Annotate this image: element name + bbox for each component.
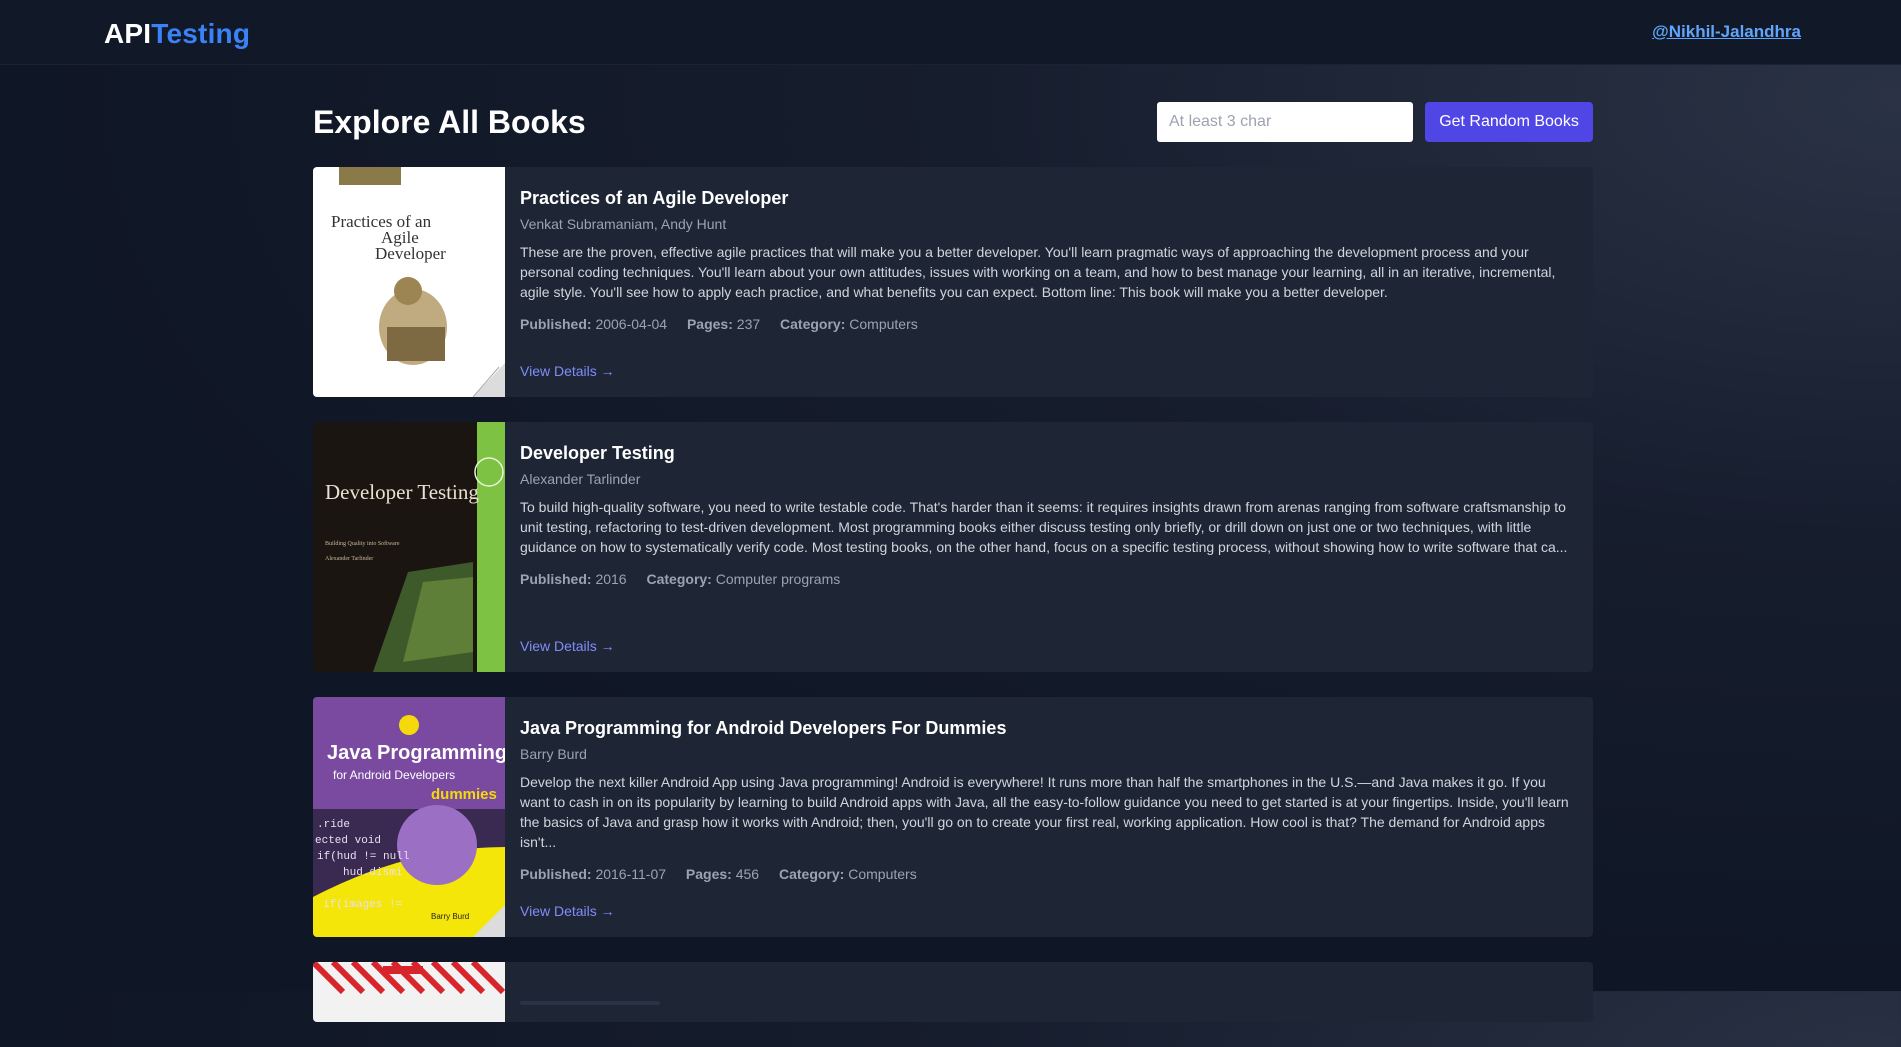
book-cover-image[interactable] — [313, 962, 505, 1022]
book-card — [313, 962, 1593, 1022]
category-label: Category: — [646, 571, 712, 587]
category-label: Category: — [778, 866, 845, 882]
book-cover-image[interactable]: Practices of an Agile Developer — [313, 167, 505, 397]
pages-label: Pages: — [686, 316, 733, 332]
svg-text:.ride: .ride — [317, 819, 350, 831]
book-details — [520, 981, 1579, 1005]
book-cover-image[interactable]: Developer Testing Building Quality into … — [313, 422, 505, 672]
book-meta: Published: 2006-04-04 Pages: 237 Categor… — [520, 315, 1579, 333]
book-card: Developer Testing Building Quality into … — [313, 422, 1593, 672]
cover-author: Alexander Tarlinder — [325, 556, 373, 562]
developer-testing-cover-art: Developer Testing Building Quality into … — [313, 422, 505, 672]
brand-api-text: API — [104, 18, 152, 49]
book-details: Java Programming for Android Developers … — [520, 716, 1579, 883]
cover-dummies: dummies — [431, 786, 497, 803]
book-list: Practices of an Agile Developer Practice… — [313, 167, 1593, 1047]
agile-developer-cover-art: Practices of an Agile Developer — [313, 167, 505, 397]
category-value: Computers — [848, 866, 917, 882]
book-details: Practices of an Agile Developer Venkat S… — [520, 186, 1579, 333]
view-details-link[interactable]: View Details → — [520, 363, 615, 379]
book-cover-image[interactable]: Java Programming for Android Developers … — [313, 697, 505, 937]
cover-title: Developer Testing — [325, 480, 479, 504]
pages-value: 456 — [735, 866, 760, 882]
pages-label: Pages: — [685, 866, 732, 882]
pages-value: 237 — [736, 316, 761, 332]
svg-text:if(hud != null: if(hud != null — [317, 851, 409, 863]
published-label: Published: — [520, 571, 592, 587]
book-description: Develop the next killer Android App usin… — [520, 774, 1569, 850]
view-details-link[interactable]: View Details → — [520, 638, 615, 654]
book-card: Practices of an Agile Developer Practice… — [313, 167, 1593, 397]
book-meta: Published: 2016 Category: Computer progr… — [520, 570, 1579, 588]
get-random-books-button[interactable]: Get Random Books — [1425, 102, 1593, 142]
book-author: Venkat Subramaniam, Andy Hunt — [520, 216, 727, 232]
page-header: Explore All Books Get Random Books — [313, 102, 1593, 144]
book-author: Alexander Tarlinder — [520, 471, 641, 487]
brand-logo[interactable]: APITesting — [104, 18, 250, 50]
category-value: Computers — [849, 316, 918, 332]
brand-testing-text: Testing — [151, 18, 251, 49]
svg-text:Developer: Developer — [375, 244, 446, 263]
book-meta: Published: 2016-11-07 Pages: 456 Categor… — [520, 865, 1579, 883]
svg-text:hud.dismi: hud.dismi — [343, 867, 403, 879]
book-description: These are the proven, effective agile pr… — [520, 244, 1556, 300]
svg-text:ected void: ected void — [315, 835, 381, 847]
book-author: Barry Burd — [520, 746, 587, 762]
page-title: Explore All Books — [313, 104, 586, 140]
cover-subtitle: for Android Developers — [333, 768, 455, 782]
book-title[interactable]: Java Programming for Android Developers … — [520, 716, 1579, 740]
book-title[interactable]: Practices of an Agile Developer — [520, 186, 1579, 210]
view-details-link[interactable]: View Details → — [520, 903, 615, 919]
published-value: 2016-11-07 — [595, 866, 667, 882]
search-input[interactable] — [1157, 102, 1413, 142]
partial-cover-art — [313, 962, 505, 1022]
java-dummies-cover-art: Java Programming for Android Developers … — [313, 697, 505, 937]
cover-author: Barry Burd — [431, 912, 469, 921]
book-title-placeholder — [520, 1001, 660, 1005]
top-navbar: APITesting @Nikhil-Jalandhra — [0, 0, 1901, 65]
book-card: Java Programming for Android Developers … — [313, 697, 1593, 937]
published-label: Published: — [520, 316, 592, 332]
book-description: To build high-quality software, you need… — [520, 499, 1568, 555]
published-value: 2016 — [595, 571, 627, 587]
published-label: Published: — [520, 866, 592, 882]
category-label: Category: — [780, 316, 846, 332]
cover-subtitle: Building Quality into Software — [325, 540, 400, 547]
svg-text:if(images !=: if(images != — [323, 899, 402, 911]
book-details: Developer Testing Alexander Tarlinder To… — [520, 441, 1579, 588]
cover-title: Java Programming — [327, 742, 505, 764]
book-title[interactable]: Developer Testing — [520, 441, 1579, 465]
published-value: 2006-04-04 — [595, 316, 668, 332]
category-value: Computer programs — [715, 571, 841, 587]
github-profile-link[interactable]: @Nikhil-Jalandhra — [1652, 22, 1801, 42]
